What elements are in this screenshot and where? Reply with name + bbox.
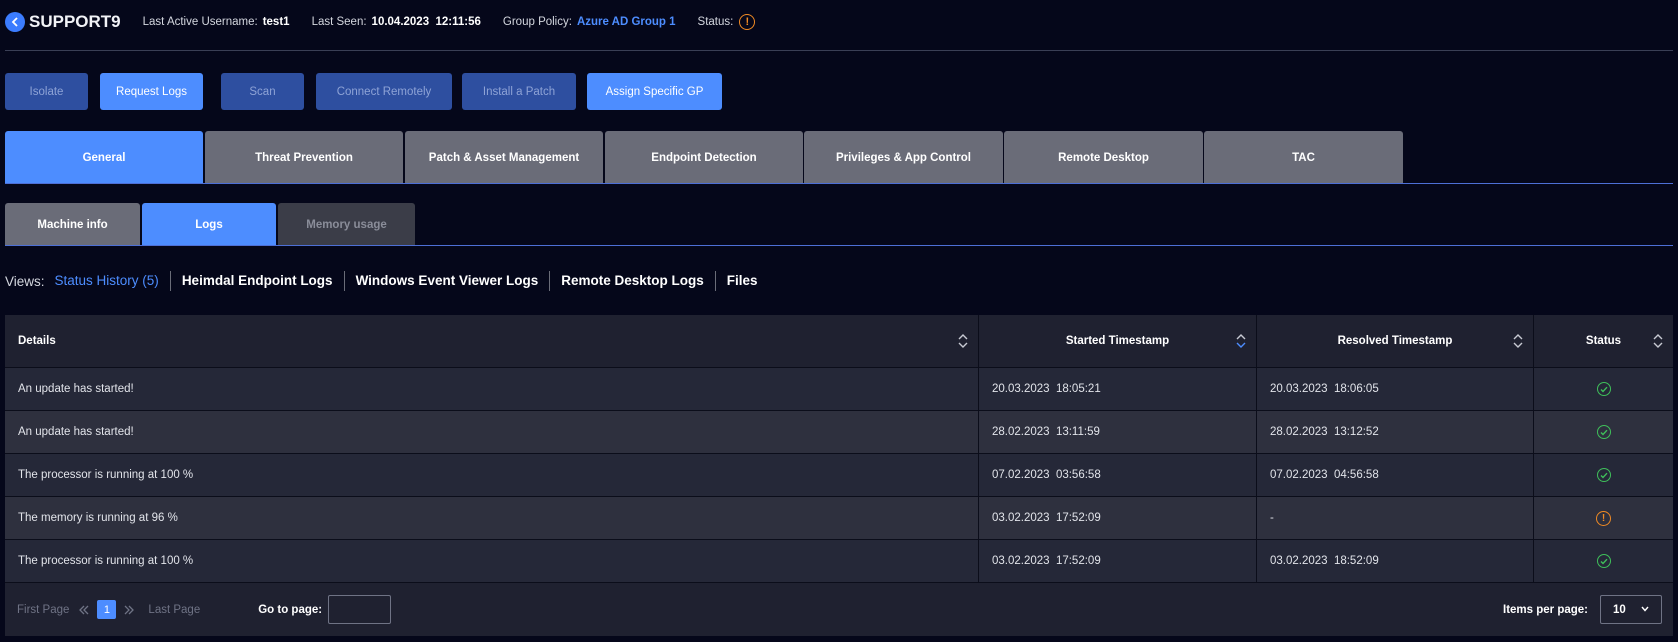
pagination: First Page 1 Last Page Go to page: Items…: [5, 583, 1673, 636]
tab-tac[interactable]: TAC: [1204, 131, 1403, 184]
items-per-page-label: Items per page:: [1503, 603, 1588, 616]
group-policy-label: Group Policy:: [502, 16, 572, 28]
tab-remote-desktop[interactable]: Remote Desktop: [1004, 131, 1203, 184]
col-status[interactable]: Status: [1534, 315, 1673, 367]
view-remote-desktop-logs[interactable]: Remote Desktop Logs: [549, 271, 715, 291]
col-resolved-timestamp[interactable]: Resolved Timestamp: [1257, 315, 1534, 367]
tab-threat-prevention[interactable]: Threat Prevention: [205, 131, 403, 184]
cell-details: An update has started!: [5, 368, 979, 410]
cell-details: The memory is running at 96 %: [5, 497, 979, 539]
tab-general[interactable]: General: [5, 131, 203, 184]
chevron-left-icon: [11, 17, 18, 27]
view-windows-event-viewer-logs[interactable]: Windows Event Viewer Logs: [343, 271, 550, 291]
check-circle-icon: [1596, 425, 1611, 439]
double-chevron-right-icon[interactable]: [124, 605, 135, 615]
cell-resolved: 28.02.2023 13:12:52: [1257, 411, 1534, 453]
col-started-timestamp[interactable]: Started Timestamp: [979, 315, 1257, 367]
check-circle-icon: [1596, 468, 1611, 482]
check-circle-icon: [1596, 382, 1611, 396]
cell-started: 03.02.2023 17:52:09: [979, 497, 1257, 539]
isolate-button[interactable]: Isolate: [5, 73, 88, 110]
views-label: Views:: [5, 273, 45, 289]
install-patch-button[interactable]: Install a Patch: [462, 73, 576, 110]
table-row: An update has started! 28.02.2023 13:11:…: [5, 411, 1673, 454]
tab-endpoint-detection[interactable]: Endpoint Detection: [605, 131, 803, 184]
header-divider: [5, 50, 1673, 51]
tab-privileges-app-control[interactable]: Privileges & App Control: [804, 131, 1003, 184]
col-status-label: Status: [1585, 335, 1622, 347]
first-page-link[interactable]: First Page: [17, 604, 69, 616]
goto-page-input[interactable]: [328, 595, 392, 624]
col-details[interactable]: Details: [5, 315, 979, 367]
cell-status: !: [1534, 497, 1673, 539]
last-user-value: test1: [262, 16, 290, 28]
cell-started: 03.02.2023 17:52:09: [979, 540, 1257, 582]
table-row: The processor is running at 100 % 03.02.…: [5, 540, 1673, 583]
cell-resolved: 03.02.2023 18:52:09: [1257, 540, 1534, 582]
last-seen-value: 10.04.2023 12:11:56: [371, 16, 481, 28]
cell-resolved: 20.03.2023 18:06:05: [1257, 368, 1534, 410]
items-per-page-select[interactable]: 10: [1600, 595, 1662, 624]
cell-status: [1534, 368, 1673, 410]
last-seen-label: Last Seen:: [311, 16, 367, 28]
table-row: The processor is running at 100 % 07.02.…: [5, 454, 1673, 497]
group-policy-link[interactable]: Azure AD Group 1: [577, 16, 676, 28]
sort-desc-icon: [1236, 334, 1246, 348]
cell-resolved: 07.02.2023 04:56:58: [1257, 454, 1534, 496]
items-per-page: Items per page: 10: [1503, 595, 1662, 624]
tab-patch-asset-management[interactable]: Patch & Asset Management: [405, 131, 603, 184]
cell-started: 07.02.2023 03:56:58: [979, 454, 1257, 496]
col-resolved-label: Resolved Timestamp: [1337, 335, 1453, 347]
table-row: The memory is running at 96 % 03.02.2023…: [5, 497, 1673, 540]
subtab-memory-usage[interactable]: Memory usage: [278, 203, 415, 246]
table-header: Details Started Timestamp Resolved Times…: [5, 315, 1673, 368]
col-started-label: Started Timestamp: [1065, 335, 1170, 347]
subtab-logs[interactable]: Logs: [142, 203, 276, 246]
cell-started: 20.03.2023 18:05:21: [979, 368, 1257, 410]
request-logs-button[interactable]: Request Logs: [100, 73, 203, 110]
cell-status: [1534, 454, 1673, 496]
views-bar: Views: Status History (5) Heimdal Endpoi…: [5, 271, 769, 291]
cell-status: [1534, 540, 1673, 582]
table-row: An update has started! 20.03.2023 18:05:…: [5, 368, 1673, 411]
cell-started: 28.02.2023 13:11:59: [979, 411, 1257, 453]
chevron-down-icon: [1641, 606, 1649, 612]
warning-icon: !: [739, 14, 756, 30]
page-number-current[interactable]: 1: [97, 600, 117, 619]
tabs-underline: [5, 183, 1673, 184]
check-circle-icon: [1596, 554, 1611, 568]
view-status-history[interactable]: Status History (5): [55, 271, 170, 291]
scan-button[interactable]: Scan: [221, 73, 304, 110]
subtab-machine-info[interactable]: Machine info: [5, 203, 140, 246]
status-label: Status:: [697, 16, 734, 28]
sort-icon: [1653, 334, 1663, 348]
view-files[interactable]: Files: [714, 271, 769, 291]
cell-details: An update has started!: [5, 411, 979, 453]
last-user-label: Last Active Username:: [142, 16, 258, 28]
last-page-link[interactable]: Last Page: [148, 604, 200, 616]
sort-icon: [1513, 334, 1523, 348]
items-per-page-value: 10: [1613, 603, 1626, 616]
connect-remotely-button[interactable]: Connect Remotely: [316, 73, 452, 110]
cell-status: [1534, 411, 1673, 453]
status-history-table: Details Started Timestamp Resolved Times…: [5, 315, 1673, 636]
sort-icon: [958, 334, 968, 348]
warning-icon: !: [1596, 510, 1611, 526]
goto-page-label: Go to page:: [258, 603, 323, 616]
subtabs-underline: [5, 245, 1673, 246]
col-details-label: Details: [18, 335, 56, 347]
back-button[interactable]: [5, 12, 25, 32]
cell-resolved: -: [1257, 497, 1534, 539]
cell-details: The processor is running at 100 %: [5, 454, 979, 496]
assign-gp-button[interactable]: Assign Specific GP: [587, 73, 722, 110]
machine-header: SUPPORT9 Last Active Username: test1 Las…: [5, 10, 756, 34]
cell-details: The processor is running at 100 %: [5, 540, 979, 582]
double-chevron-left-icon[interactable]: [79, 605, 89, 615]
machine-name: SUPPORT9: [29, 12, 121, 31]
view-heimdal-endpoint-logs[interactable]: Heimdal Endpoint Logs: [169, 271, 344, 291]
